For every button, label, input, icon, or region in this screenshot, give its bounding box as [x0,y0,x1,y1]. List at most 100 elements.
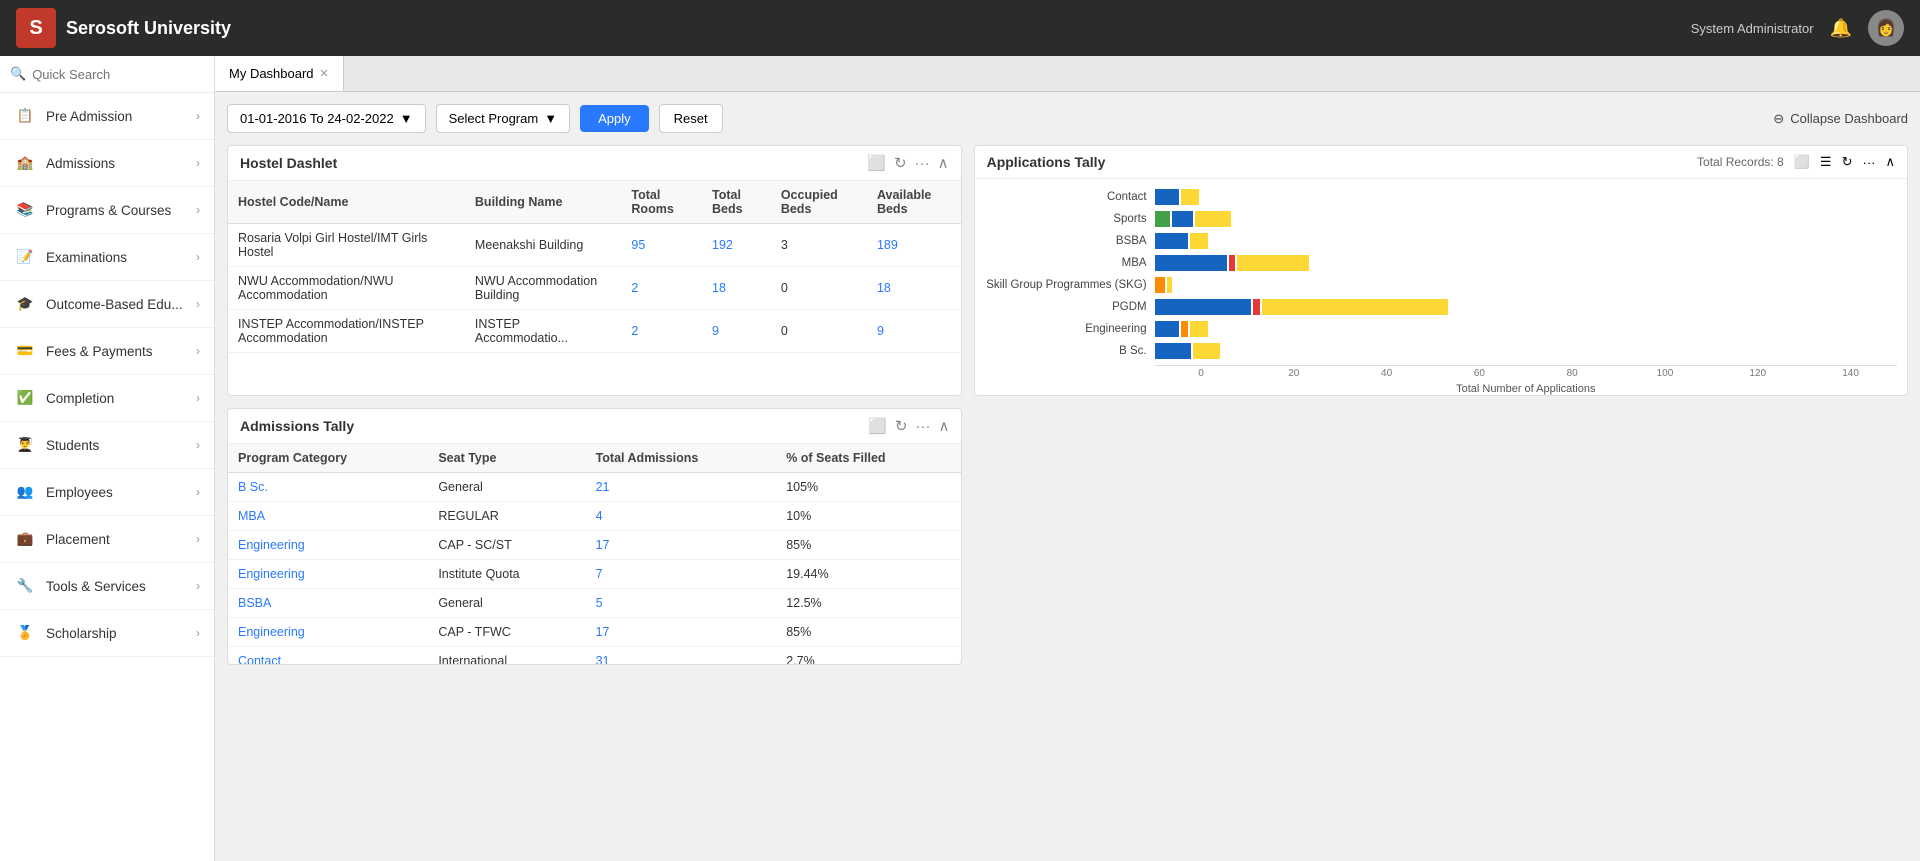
hostel-more-icon[interactable]: ··· [915,155,930,172]
beds-link[interactable]: 192 [712,238,733,252]
sidebar-item-fees-payments[interactable]: 💳 Fees & Payments › [0,328,214,375]
hostel-refresh-icon[interactable]: ↻ [894,154,907,172]
sidebar-item-admissions[interactable]: 🏫 Admissions › [0,140,214,187]
hostel-collapse-icon[interactable]: ∧ [938,154,949,172]
total-link[interactable]: 7 [596,567,603,581]
collapse-dashboard-button[interactable]: ⊖ Collapse Dashboard [1773,111,1908,127]
app-collapse-icon[interactable]: ∧ [1885,154,1895,170]
chevron-icon-completion: › [196,391,200,405]
sidebar-item-scholarship[interactable]: 🏅 Scholarship › [0,610,214,657]
date-range-button[interactable]: 01-01-2016 To 24-02-2022 ▼ [227,104,426,133]
sidebar-label-programs-courses: Programs & Courses [46,203,186,218]
app-expand-icon[interactable]: ⬜ [1794,154,1810,170]
available-link[interactable]: 189 [877,238,898,252]
bar-segment-green [1155,211,1170,227]
app-list-icon[interactable]: ☰ [1820,154,1832,170]
total-link[interactable]: 17 [596,625,610,639]
sidebar-item-outcome-based[interactable]: 🎓 Outcome-Based Edu... › [0,281,214,328]
program-link[interactable]: Engineering [238,538,305,552]
sidebar-item-completion[interactable]: ✅ Completion › [0,375,214,422]
beds-link[interactable]: 9 [712,324,719,338]
x-axis-tick: 20 [1247,365,1340,379]
program-link[interactable]: Engineering [238,625,305,639]
x-axis-tick: 60 [1433,365,1526,379]
bar-segment-orange [1181,321,1188,337]
search-input[interactable] [32,67,208,82]
col-program-category: Program Category [228,444,428,473]
apply-button[interactable]: Apply [580,105,649,132]
program-link[interactable]: Engineering [238,567,305,581]
sidebar-item-students[interactable]: 👨‍🎓 Students › [0,422,214,469]
program-cell: Engineering [228,618,428,647]
reset-button[interactable]: Reset [659,104,723,133]
col-total-admissions: Total Admissions [586,444,777,473]
pct-cell: 85% [776,531,961,560]
bell-icon[interactable]: 🔔 [1830,18,1852,39]
applications-tally-title: Applications Tally [987,154,1689,170]
adm-collapse-icon[interactable]: ∧ [939,417,950,435]
program-link[interactable]: BSBA [238,596,271,610]
admissions-tally-dashlet: Admissions Tally ⬜ ↻ ··· ∧ Progra [227,408,962,665]
rooms-link[interactable]: 95 [631,238,645,252]
program-select-button[interactable]: Select Program ▼ [436,104,570,133]
placeholder-right [974,408,1908,665]
table-row: NWU Accommodation/NWU Accommodation NWU … [228,267,961,310]
col-hostel-code: Hostel Code/Name [228,181,465,224]
available-link[interactable]: 9 [877,324,884,338]
col-total-beds: Total Beds [702,181,771,224]
dashlets-row-2: Admissions Tally ⬜ ↻ ··· ∧ Progra [227,408,1908,665]
total-admissions-cell: 31 [586,647,777,665]
applications-tally-actions: Total Records: 8 ⬜ ☰ ↻ ··· ∧ [1697,154,1895,170]
bar-segment-yellow [1237,255,1309,271]
bar-segment-yellow [1167,277,1172,293]
tab-my-dashboard[interactable]: My Dashboard ✕ [215,56,344,91]
bar-segment-yellow [1195,211,1231,227]
applications-tally-dashlet: Applications Tally Total Records: 8 ⬜ ☰ … [974,145,1908,396]
program-cell: BSBA [228,589,428,618]
x-axis-tick: 140 [1804,365,1897,379]
bar-row: BSBA [985,233,1897,249]
header-right: System Administrator 🔔 👩 [1691,10,1904,46]
bar-group [1155,277,1897,293]
app-more-icon[interactable]: ··· [1862,155,1875,170]
avatar[interactable]: 👩 [1868,10,1904,46]
sidebar-item-placement[interactable]: 💼 Placement › [0,516,214,563]
program-link[interactable]: B Sc. [238,480,268,494]
total-link[interactable]: 21 [596,480,610,494]
total-link[interactable]: 5 [596,596,603,610]
rooms-link[interactable]: 2 [631,281,638,295]
bar-segment-yellow [1190,233,1208,249]
chevron-icon-fees-payments: › [196,344,200,358]
bar-group [1155,211,1897,227]
sidebar-item-employees[interactable]: 👥 Employees › [0,469,214,516]
total-beds-cell: 18 [702,267,771,310]
total-records-label: Total Records: 8 [1697,155,1784,169]
available-link[interactable]: 18 [877,281,891,295]
hostel-expand-icon[interactable]: ⬜ [867,154,886,172]
sidebar-icon-students: 👨‍🎓 [14,434,36,456]
adm-more-icon[interactable]: ··· [916,418,931,435]
tab-close-button[interactable]: ✕ [320,67,329,80]
total-link[interactable]: 31 [596,654,610,664]
total-beds-cell: 9 [702,310,771,353]
sidebar-item-programs-courses[interactable]: 📚 Programs & Courses › [0,187,214,234]
chart-x-label: Total Number of Applications [985,383,1897,395]
sidebar-item-pre-admission[interactable]: 📋 Pre Admission › [0,93,214,140]
seat-type-cell: CAP - SC/ST [428,531,585,560]
program-link[interactable]: Contact [238,654,281,664]
admissions-tally-body: Program Category Seat Type Total Admissi… [228,444,961,664]
sidebar-item-examinations[interactable]: 📝 Examinations › [0,234,214,281]
sidebar-label-scholarship: Scholarship [46,626,186,641]
beds-link[interactable]: 18 [712,281,726,295]
adm-expand-icon[interactable]: ⬜ [868,417,887,435]
sidebar: 🔍 ❮ 📋 Pre Admission › 🏫 Admissions › 📚 P… [0,56,215,861]
total-link[interactable]: 17 [596,538,610,552]
adm-refresh-icon[interactable]: ↻ [895,417,908,435]
rooms-link[interactable]: 2 [631,324,638,338]
seat-type-cell: CAP - TFWC [428,618,585,647]
sidebar-item-tools-services[interactable]: 🔧 Tools & Services › [0,563,214,610]
program-link[interactable]: MBA [238,509,265,523]
sidebar-label-placement: Placement [46,532,186,547]
app-refresh-icon[interactable]: ↻ [1842,154,1853,170]
total-link[interactable]: 4 [596,509,603,523]
